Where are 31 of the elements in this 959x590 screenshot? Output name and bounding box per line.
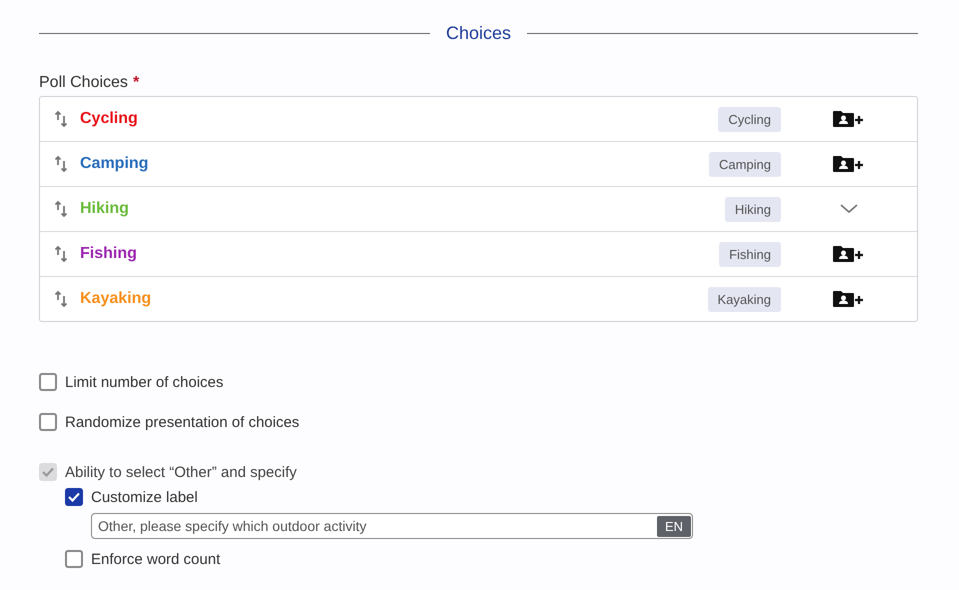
reorder-icon[interactable] <box>54 245 68 263</box>
field-label: Poll Choices <box>39 74 128 92</box>
section-title: Choices <box>446 22 512 44</box>
reorder-icon[interactable] <box>54 155 68 173</box>
choice-name: Fishing <box>80 245 138 263</box>
choice-tag: Cycling <box>718 106 781 132</box>
option-label: Ability to select “Other” and specify <box>65 464 297 480</box>
folder-add-person-icon[interactable] <box>833 245 865 263</box>
choice-name: Hiking <box>80 200 130 218</box>
reorder-icon[interactable] <box>54 110 68 128</box>
choice-tag: Fishing <box>719 242 781 266</box>
checkbox[interactable] <box>39 373 57 391</box>
choice-name: Camping <box>80 155 150 173</box>
choice-name: Kayaking <box>80 290 152 308</box>
choice-tag: Hiking <box>724 196 781 222</box>
folder-add-person-icon[interactable] <box>833 290 865 308</box>
checkbox[interactable] <box>39 413 57 431</box>
option-label: Randomize presentation of choices <box>65 414 300 430</box>
option-label: Customize label <box>91 488 198 506</box>
option-label: Enforce word count <box>91 550 220 568</box>
required-mark: * <box>132 74 140 92</box>
choice-name: Cycling <box>80 110 139 128</box>
reorder-icon[interactable] <box>54 200 68 218</box>
chevron-down-icon[interactable] <box>840 204 858 214</box>
field-value: Other, please specify which outdoor activity <box>98 518 366 534</box>
folder-add-person-icon[interactable] <box>833 155 865 173</box>
option-label: Limit number of choices <box>65 374 224 390</box>
choice-tag: Kayaking <box>708 286 781 312</box>
choice-tag: Camping <box>708 152 781 176</box>
folder-add-person-icon[interactable] <box>833 110 865 128</box>
reorder-icon[interactable] <box>54 290 68 308</box>
